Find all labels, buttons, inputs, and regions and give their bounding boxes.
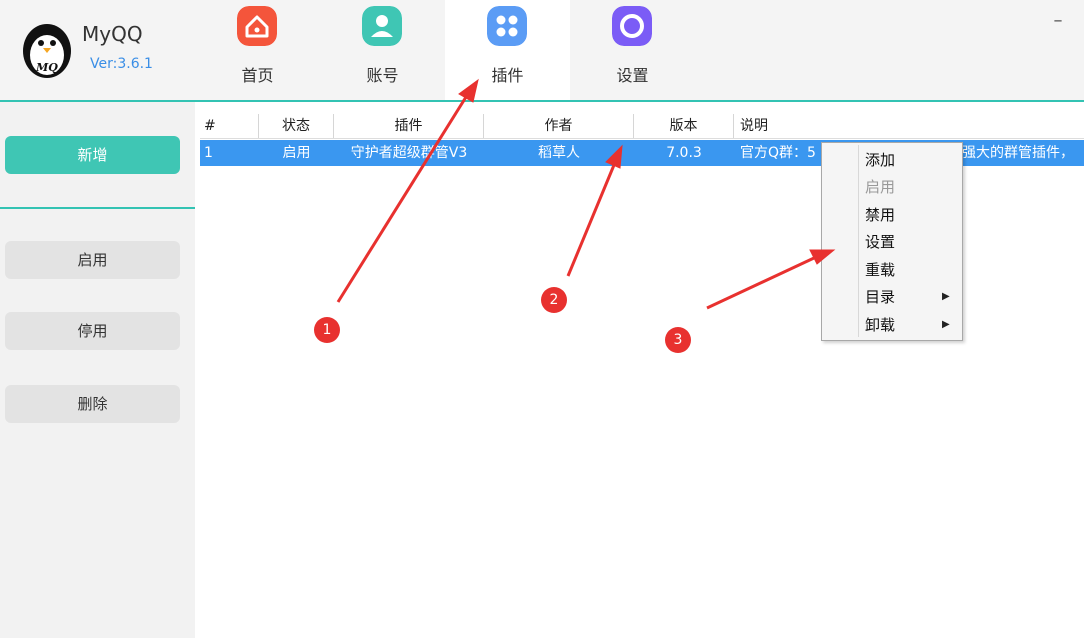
disable-button[interactable]: 停用 (5, 312, 180, 350)
context-menu: 添加 启用 禁用 设置 重载 目录 ▶ 卸载 ▶ (821, 142, 963, 341)
tab-home[interactable]: 首页 (195, 0, 320, 100)
annotation-badge-1: 1 (314, 317, 340, 343)
col-index[interactable]: # (200, 114, 259, 138)
delete-button[interactable]: 删除 (5, 385, 180, 423)
enable-button[interactable]: 启用 (5, 241, 180, 279)
submenu-arrow-icon: ▶ (942, 291, 950, 302)
row-version: 7.0.3 (666, 145, 702, 161)
tab-account[interactable]: 账号 (320, 0, 445, 100)
grid-icon (487, 6, 527, 46)
col-author[interactable]: 作者 (484, 114, 634, 138)
menu-item-disable[interactable]: 禁用 (822, 202, 962, 228)
sidebar-divider (0, 207, 195, 209)
svg-text:MQ: MQ (35, 61, 58, 74)
col-version[interactable]: 版本 (634, 114, 734, 138)
app-version: Ver:3.6.1 (90, 56, 153, 72)
tab-home-label: 首页 (241, 66, 274, 85)
col-plugin[interactable]: 插件 (334, 114, 484, 138)
menu-item-enable: 启用 (865, 178, 896, 196)
header: MQ MyQQ Ver:3.6.1 首页 账号 插件 设置 – (0, 0, 1084, 100)
tab-plugins[interactable]: 插件 (445, 0, 570, 100)
row-plugin-name: 守护者超级群管V3 (350, 145, 468, 161)
tab-account-label: 账号 (366, 66, 399, 85)
user-icon (362, 6, 402, 46)
tab-plugins-label: 插件 (491, 66, 524, 85)
submenu-arrow-icon: ▶ (942, 319, 950, 330)
row-description-end: 强大的群管插件， (962, 145, 1074, 161)
menu-item-reload[interactable]: 重载 (822, 257, 962, 283)
sidebar (0, 102, 195, 638)
add-button[interactable]: 新增 (5, 136, 180, 174)
tab-settings[interactable]: 设置 (570, 0, 695, 100)
tab-settings-label: 设置 (616, 66, 649, 85)
minimize-button[interactable]: – (1048, 10, 1068, 31)
annotation-badge-3: 3 (665, 327, 691, 353)
col-description[interactable]: 说明 (734, 114, 1084, 138)
penguin-logo: MQ (23, 24, 71, 78)
table-header: # 状态 插件 作者 版本 说明 (200, 114, 1084, 139)
row-status: 启用 (282, 145, 311, 161)
menu-item-add[interactable]: 添加 (822, 147, 962, 173)
annotation-badge-2: 2 (541, 287, 567, 313)
app-name: MyQQ (82, 22, 143, 46)
home-icon (237, 6, 277, 46)
menu-item-uninstall[interactable]: 卸载 ▶ (822, 312, 962, 338)
col-status[interactable]: 状态 (259, 114, 334, 138)
row-description-start: 官方Q群：5 (740, 145, 816, 161)
menu-item-directory[interactable]: 目录 ▶ (822, 284, 962, 310)
menu-item-settings[interactable]: 设置 (822, 229, 962, 255)
row-index: 1 (204, 145, 213, 161)
row-author: 稻草人 (538, 145, 580, 161)
gear-icon (612, 6, 652, 46)
